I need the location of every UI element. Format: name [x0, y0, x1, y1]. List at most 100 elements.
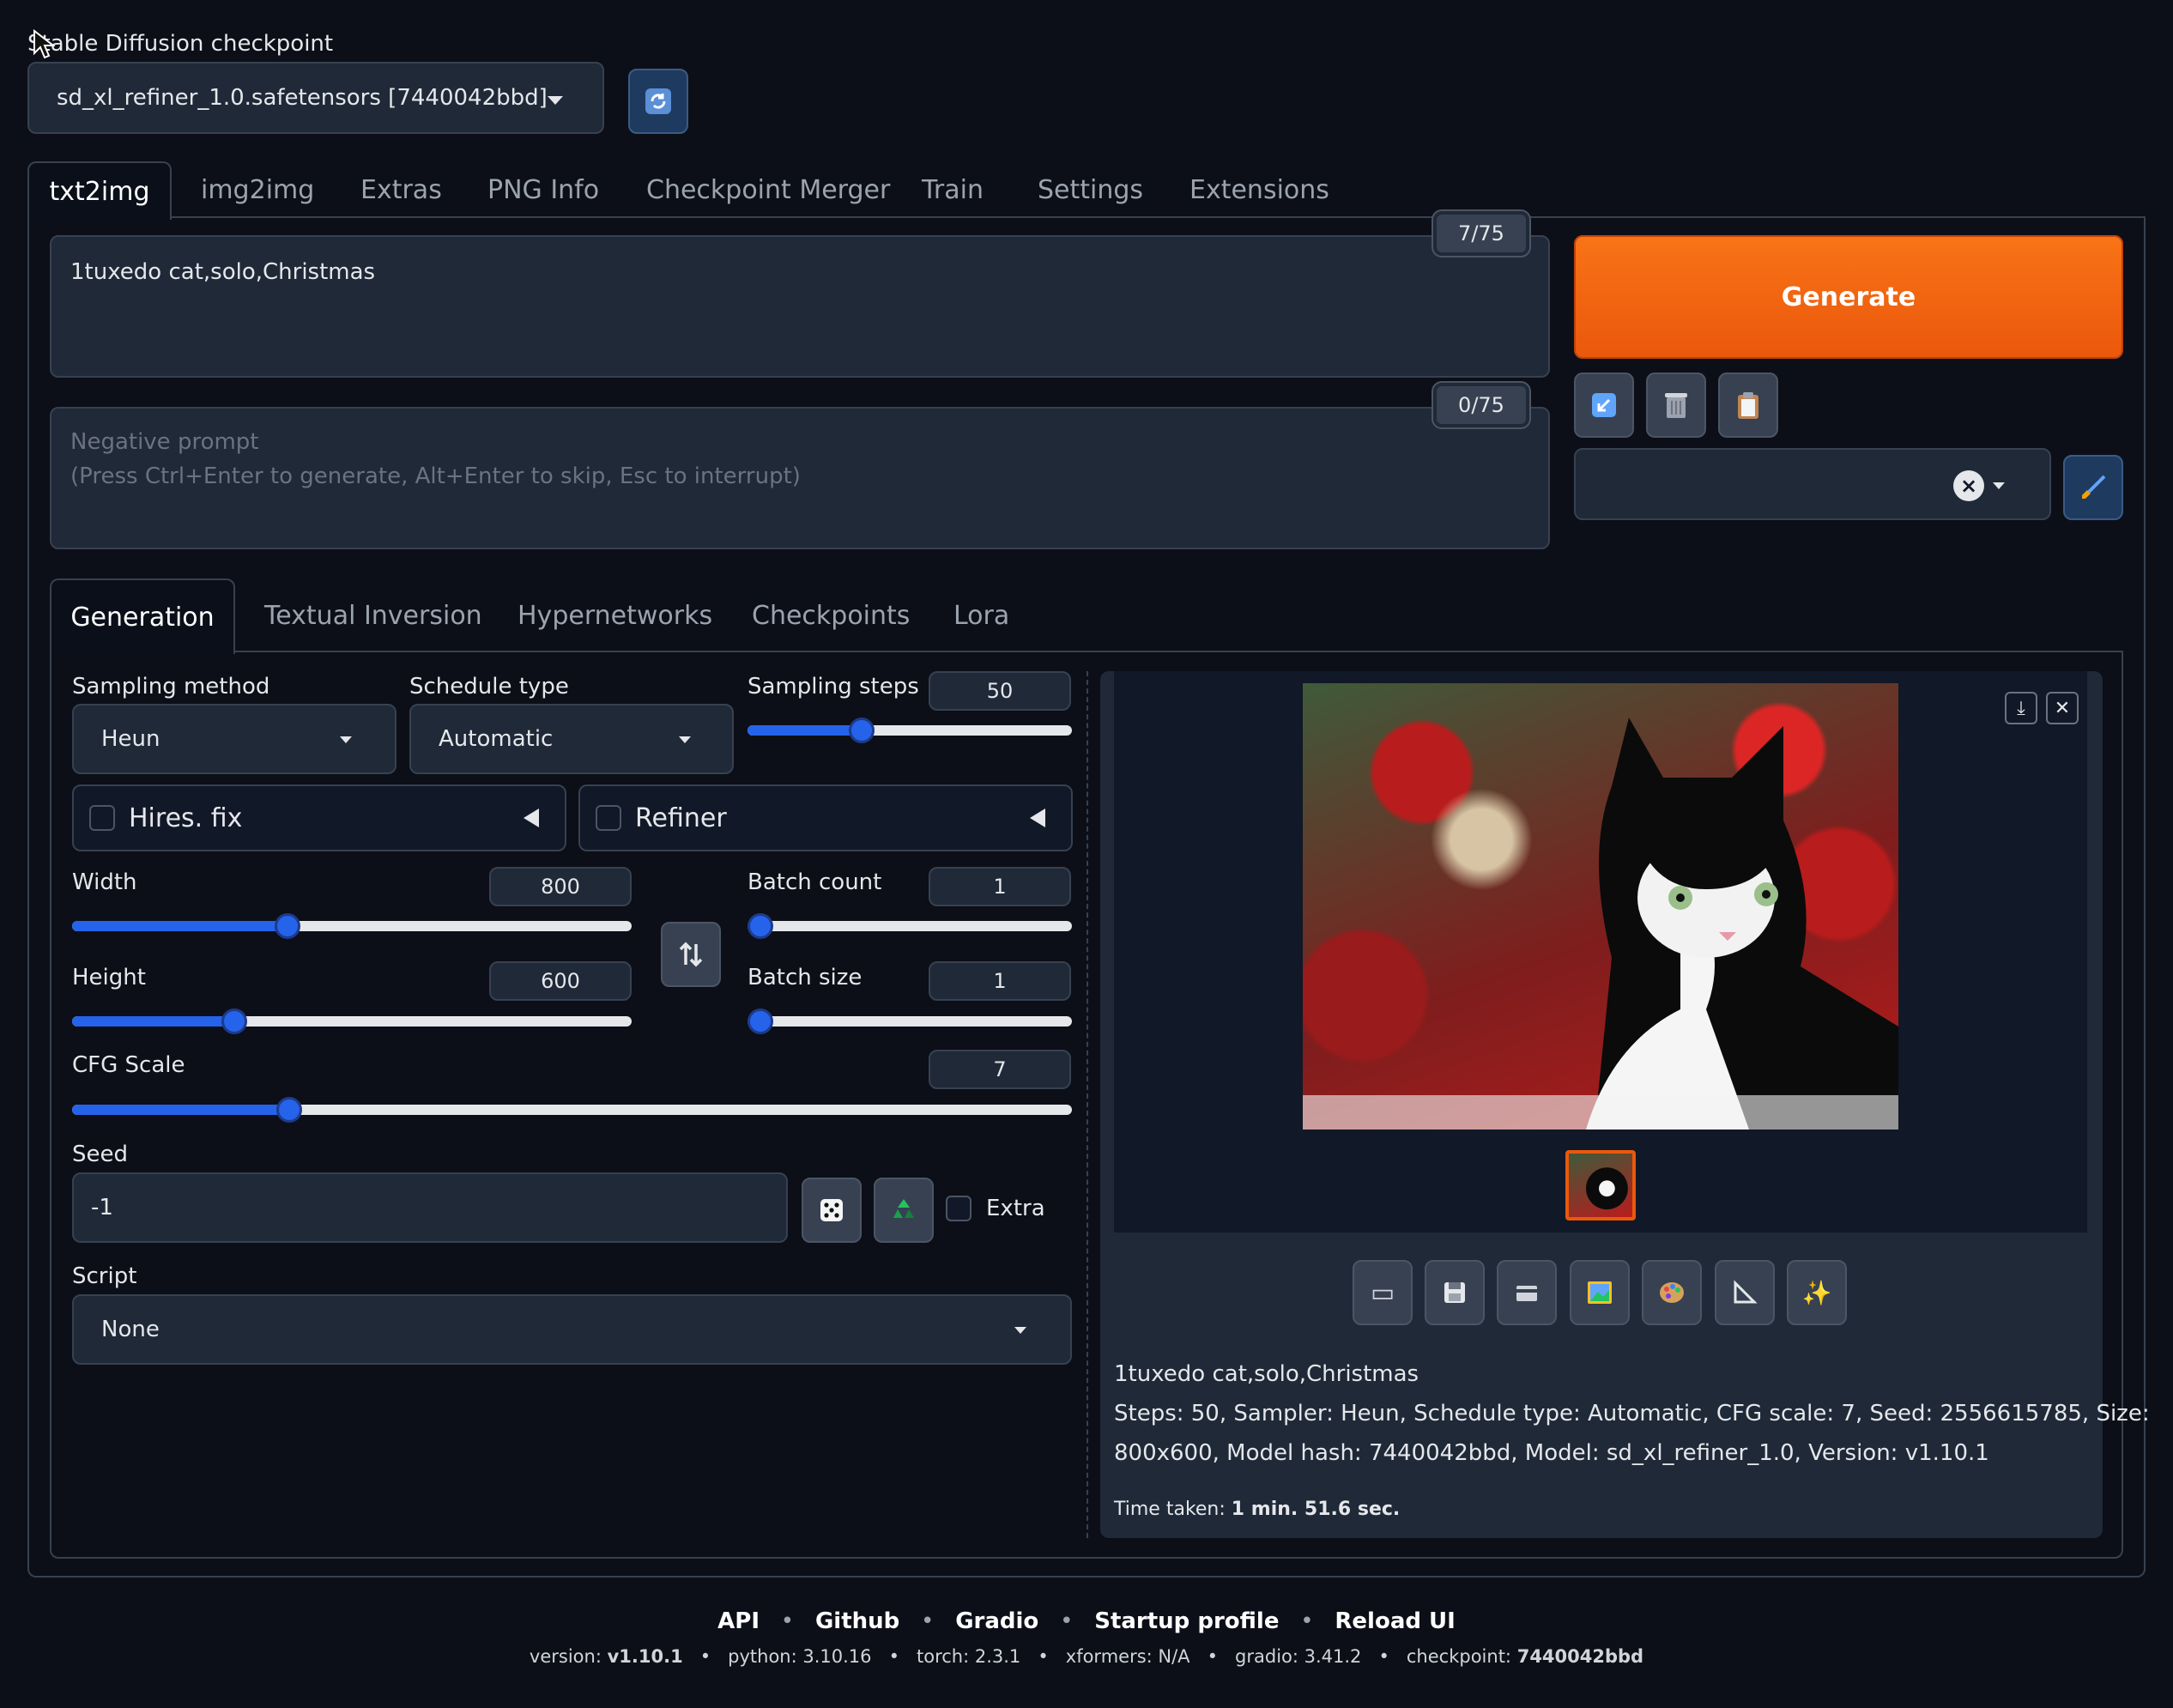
paintbrush-icon — [2082, 475, 2106, 499]
send-to-img2img-button[interactable] — [1570, 1260, 1630, 1325]
close-image-button[interactable]: ✕ — [2046, 692, 2079, 724]
schedule-type-value: Automatic — [439, 726, 554, 752]
negative-prompt-token-counter: 0/75 — [1433, 383, 1529, 427]
styles-dropdown[interactable]: × — [1574, 448, 2051, 520]
arrow-icon — [1592, 393, 1616, 417]
hires-fix-accordion[interactable]: Hires. fix — [72, 784, 566, 851]
clear-styles-icon[interactable]: × — [1953, 470, 1984, 501]
refresh-icon — [645, 88, 671, 114]
close-icon: ✕ — [2054, 697, 2071, 719]
swap-dimensions-button[interactable] — [661, 922, 721, 987]
footer-link-reload-ui[interactable]: Reload UI — [1335, 1608, 1455, 1634]
seed-label: Seed — [72, 1142, 128, 1167]
batch-count-slider[interactable] — [748, 913, 1072, 939]
footer-link-gradio[interactable]: Gradio — [955, 1608, 1038, 1634]
refiner-label: Refiner — [635, 803, 727, 833]
width-input[interactable]: 800 — [489, 867, 632, 906]
reuse-seed-button[interactable] — [874, 1178, 934, 1243]
sampling-steps-input[interactable]: 50 — [929, 671, 1071, 711]
separator-dot: • — [766, 1608, 808, 1634]
time-taken: Time taken: 1 min. 51.6 sec. — [1114, 1499, 1400, 1520]
seed-input[interactable]: -1 — [72, 1172, 788, 1243]
generated-image[interactable] — [1303, 683, 1898, 1130]
schedule-type-dropdown[interactable]: Automatic — [409, 704, 734, 774]
gradio-version: gradio: 3.41.2 — [1235, 1646, 1362, 1667]
refiner-accordion[interactable]: Refiner — [578, 784, 1073, 851]
download-image-button[interactable]: ⤓ — [2005, 692, 2037, 724]
extra-seed-checkbox[interactable] — [946, 1196, 971, 1221]
tab-settings[interactable]: Settings — [1038, 175, 1143, 205]
hires-fix-checkbox[interactable] — [89, 805, 115, 831]
width-slider[interactable] — [72, 913, 632, 939]
tab-generation[interactable]: Generation — [50, 578, 235, 654]
tab-train[interactable]: Train — [922, 175, 984, 205]
tab-img2img[interactable]: img2img — [201, 175, 314, 205]
height-slider[interactable] — [72, 1008, 632, 1034]
separator-dot: • — [1367, 1646, 1401, 1667]
batch-size-input[interactable]: 1 — [929, 961, 1071, 1001]
checkpoint-dropdown[interactable]: sd_xl_refiner_1.0.safetensors [7440042bb… — [27, 62, 604, 134]
picture-icon — [1588, 1281, 1612, 1304]
footer-link-github[interactable]: Github — [815, 1608, 899, 1634]
folder-icon: ▭ — [1370, 1277, 1395, 1308]
chevron-down-icon — [679, 736, 691, 743]
tab-lora[interactable]: Lora — [953, 601, 1009, 631]
prompt-textarea[interactable]: 1tuxedo cat,solo,Christmas — [50, 235, 1550, 378]
cat-figure — [1303, 718, 1898, 1130]
tab-checkpoint-merger[interactable]: Checkpoint Merger — [646, 175, 890, 205]
cfg-scale-slider[interactable] — [72, 1097, 1072, 1123]
tab-png-info[interactable]: PNG Info — [487, 175, 599, 205]
tab-textual-inversion[interactable]: Textual Inversion — [264, 601, 482, 631]
tab-checkpoints[interactable]: Checkpoints — [752, 601, 910, 631]
generate-button[interactable]: Generate — [1574, 235, 2123, 359]
batch-size-slider[interactable] — [748, 1008, 1072, 1034]
dice-icon — [820, 1199, 843, 1221]
expand-arrow-icon[interactable] — [524, 809, 539, 827]
sampling-method-label: Sampling method — [72, 674, 270, 700]
tab-extras[interactable]: Extras — [360, 175, 442, 205]
recycle-icon — [893, 1199, 914, 1218]
tab-extensions[interactable]: Extensions — [1189, 175, 1329, 205]
version-value: v1.10.1 — [607, 1646, 683, 1667]
schedule-type-label: Schedule type — [409, 674, 569, 700]
chevron-down-icon — [1014, 1327, 1026, 1334]
zip-button[interactable] — [1497, 1260, 1557, 1325]
send-to-inpaint-button[interactable] — [1642, 1260, 1702, 1325]
edit-styles-button[interactable] — [2063, 455, 2123, 520]
script-dropdown[interactable]: None — [72, 1294, 1072, 1365]
xformers-version: xformers: N/A — [1065, 1646, 1190, 1667]
tab-hypernetworks[interactable]: Hypernetworks — [518, 601, 712, 631]
height-input[interactable]: 600 — [489, 961, 632, 1001]
time-taken-label: Time taken: — [1114, 1499, 1226, 1520]
width-label: Width — [72, 869, 137, 895]
gallery-thumbnail[interactable] — [1565, 1150, 1636, 1220]
send-to-extras-button[interactable] — [1715, 1260, 1775, 1325]
save-button[interactable] — [1425, 1260, 1485, 1325]
paste-style-button[interactable] — [1718, 372, 1778, 438]
negative-prompt-textarea[interactable]: Negative prompt (Press Ctrl+Enter to gen… — [50, 407, 1550, 549]
negative-prompt-hint: (Press Ctrl+Enter to generate, Alt+Enter… — [70, 463, 801, 489]
tab-txt2img[interactable]: txt2img — [27, 161, 172, 220]
random-seed-button[interactable] — [802, 1178, 862, 1243]
sampling-steps-slider[interactable] — [748, 718, 1072, 743]
checkpoint-value: sd_xl_refiner_1.0.safetensors [7440042bb… — [57, 85, 548, 111]
chevron-down-icon — [548, 96, 563, 105]
open-folder-button[interactable]: ▭ — [1353, 1260, 1413, 1325]
footer-link-api[interactable]: API — [717, 1608, 760, 1634]
chevron-down-icon — [1993, 482, 2005, 489]
sampling-method-dropdown[interactable]: Heun — [72, 704, 396, 774]
separator-dot: • — [1026, 1646, 1061, 1667]
refiner-checkbox[interactable] — [596, 805, 621, 831]
upscale-button[interactable]: ✨ — [1787, 1260, 1847, 1325]
clear-prompt-button[interactable] — [1646, 372, 1706, 438]
cfg-scale-input[interactable]: 7 — [929, 1050, 1071, 1089]
batch-count-input[interactable]: 1 — [929, 867, 1071, 906]
expand-arrow-icon[interactable] — [1030, 809, 1045, 827]
batch-size-label: Batch size — [748, 965, 863, 990]
triangle-ruler-icon — [1734, 1280, 1758, 1304]
read-params-button[interactable] — [1574, 372, 1634, 438]
footer-link-startup-profile[interactable]: Startup profile — [1094, 1608, 1279, 1634]
download-icon: ⤓ — [2017, 697, 2025, 719]
refresh-checkpoint-button[interactable] — [628, 69, 688, 134]
python-version: python: 3.10.16 — [728, 1646, 872, 1667]
